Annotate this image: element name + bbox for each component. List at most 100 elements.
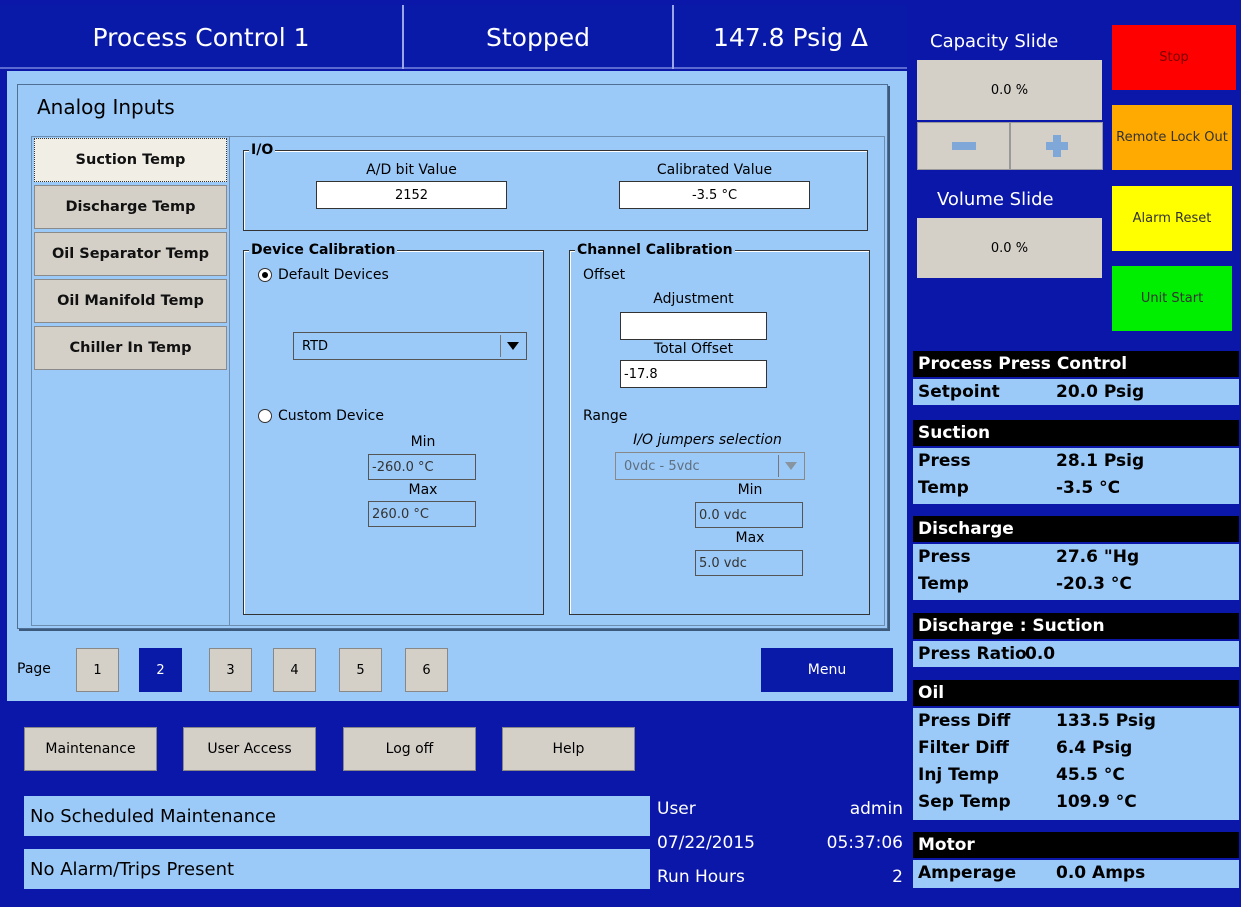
- discharge-press-value: 27.6 "Hg: [1056, 547, 1140, 567]
- oil-inj-temp-label: Inj Temp: [918, 765, 999, 785]
- radio-checked-icon: [258, 268, 272, 282]
- page-3-button[interactable]: 3: [209, 648, 252, 692]
- default-devices-label: Default Devices: [278, 267, 389, 283]
- capacity-decrease-button[interactable]: [917, 122, 1010, 170]
- run-hours-label: Run Hours: [657, 867, 745, 887]
- device-calibration-title: Device Calibration: [249, 242, 398, 258]
- setpoint-label: Setpoint: [918, 382, 1000, 402]
- user-access-button[interactable]: User Access: [183, 727, 316, 771]
- dropdown-arrow-icon: [500, 335, 524, 357]
- device-min-label: Min: [410, 434, 436, 450]
- minus-icon: [951, 142, 976, 150]
- custom-device-label: Custom Device: [278, 408, 384, 424]
- volume-slide-title: Volume Slide: [937, 189, 1054, 210]
- suction-press-value: 28.1 Psig: [1056, 451, 1145, 471]
- device-type-value: RTD: [302, 338, 329, 354]
- page-5-button[interactable]: 5: [339, 648, 382, 692]
- page-1-button[interactable]: 1: [76, 648, 119, 692]
- alarm-status: No Alarm/Trips Present: [24, 849, 650, 889]
- total-offset-field: -17.8: [620, 360, 767, 388]
- setpoint-value: 20.0 Psig: [1056, 382, 1145, 402]
- radio-unchecked-icon: [258, 409, 272, 423]
- ad-bit-value-field: 2152: [316, 181, 507, 209]
- default-devices-radio[interactable]: Default Devices: [258, 267, 389, 283]
- ratio-row: Press Ratio 0.0: [913, 641, 1239, 667]
- offset-label: Offset: [583, 267, 626, 283]
- remote-lockout-button[interactable]: Remote Lock Out: [1112, 105, 1232, 170]
- suction-header: Suction: [913, 420, 1239, 446]
- range-min-field: 0.0 vdc: [695, 502, 803, 528]
- date-display: 07/22/2015: [657, 833, 755, 853]
- oil-inj-temp-value: 45.5 °C: [1056, 765, 1125, 785]
- user-value: admin: [849, 799, 903, 819]
- amperage-label: Amperage: [918, 863, 1017, 883]
- dropdown-arrow-icon: [778, 455, 802, 477]
- page-4-button[interactable]: 4: [273, 648, 316, 692]
- alarm-reset-button[interactable]: Alarm Reset: [1112, 186, 1232, 251]
- device-min-field: -260.0 °C: [368, 454, 476, 480]
- page-6-button[interactable]: 6: [405, 648, 448, 692]
- unit-start-button[interactable]: Unit Start: [1112, 266, 1232, 331]
- ppc-header: Process Press Control: [913, 351, 1239, 377]
- adjustment-label: Adjustment: [653, 291, 734, 307]
- device-max-label: Max: [408, 482, 438, 498]
- oil-sep-temp-label: Sep Temp: [918, 792, 1011, 812]
- time-display: 05:37:06: [826, 833, 903, 853]
- io-group-title: I/O: [249, 142, 276, 158]
- jumpers-select[interactable]: 0vdc - 5vdc: [615, 452, 805, 480]
- custom-device-radio[interactable]: Custom Device: [258, 408, 384, 424]
- tab-discharge-temp[interactable]: Discharge Temp: [34, 185, 227, 229]
- maintenance-button[interactable]: Maintenance: [24, 727, 157, 771]
- capacity-increase-button[interactable]: [1010, 122, 1103, 170]
- device-type-select[interactable]: RTD: [293, 332, 527, 360]
- oil-filter-diff-value: 6.4 Psig: [1056, 738, 1133, 758]
- menu-button[interactable]: Menu: [761, 648, 893, 692]
- range-min-label: Min: [737, 482, 763, 498]
- oil-press-diff-value: 133.5 Psig: [1056, 711, 1156, 731]
- press-ratio-value: 0.0: [1025, 644, 1056, 664]
- range-label: Range: [583, 408, 628, 424]
- range-max-label: Max: [735, 530, 765, 546]
- volume-slide-value: 0.0 %: [917, 218, 1102, 278]
- oil-press-diff-label: Press Diff: [918, 711, 1011, 731]
- motor-header: Motor: [913, 832, 1239, 858]
- adjustment-input[interactable]: [620, 312, 767, 340]
- capacity-slide-value: 0.0 %: [917, 60, 1102, 120]
- tab-oil-manifold-temp[interactable]: Oil Manifold Temp: [34, 279, 227, 323]
- device-max-field: 260.0 °C: [368, 501, 476, 527]
- total-offset-label: Total Offset: [653, 341, 734, 357]
- ad-bit-label: A/D bit Value: [366, 162, 457, 178]
- range-max-field: 5.0 vdc: [695, 550, 803, 576]
- press-ratio-label: Press Ratio: [918, 644, 1027, 664]
- page-title: Analog Inputs: [37, 95, 175, 119]
- help-button[interactable]: Help: [502, 727, 635, 771]
- device-calibration-group: Device Calibration: [243, 242, 544, 615]
- oil-filter-diff-label: Filter Diff: [918, 738, 1009, 758]
- plus-icon: [1045, 135, 1068, 157]
- jumpers-value: 0vdc - 5vdc: [624, 458, 700, 474]
- page-label: Page: [17, 661, 51, 677]
- jumpers-label: I/O jumpers selection: [633, 432, 782, 448]
- discharge-rows: Press 27.6 "Hg Temp -20.3 °C: [913, 544, 1239, 600]
- discharge-press-label: Press: [918, 547, 971, 567]
- oil-rows: Press Diff 133.5 Psig Filter Diff 6.4 Ps…: [913, 708, 1239, 820]
- page-2-button[interactable]: 2: [139, 648, 182, 692]
- log-off-button[interactable]: Log off: [343, 727, 476, 771]
- unit-state: Stopped: [486, 22, 590, 52]
- oil-header: Oil: [913, 680, 1239, 706]
- tab-suction-temp[interactable]: Suction Temp: [34, 138, 227, 182]
- discharge-temp-value: -20.3 °C: [1056, 574, 1132, 594]
- motor-row: Amperage 0.0 Amps: [913, 860, 1239, 888]
- tab-oil-separator-temp[interactable]: Oil Separator Temp: [34, 232, 227, 276]
- discharge-temp-label: Temp: [918, 574, 969, 594]
- ratio-header: Discharge : Suction: [913, 613, 1239, 639]
- amperage-value: 0.0 Amps: [1056, 863, 1146, 883]
- suction-temp-label: Temp: [918, 478, 969, 498]
- tab-chiller-in-temp[interactable]: Chiller In Temp: [34, 326, 227, 370]
- user-label: User: [657, 799, 696, 819]
- suction-temp-value: -3.5 °C: [1056, 478, 1121, 498]
- header-bar: Process Control 1 Stopped 147.8 Psig Δ: [0, 5, 907, 69]
- calibrated-value-field: -3.5 °C: [619, 181, 810, 209]
- suction-press-label: Press: [918, 451, 971, 471]
- stop-button[interactable]: Stop: [1112, 25, 1236, 90]
